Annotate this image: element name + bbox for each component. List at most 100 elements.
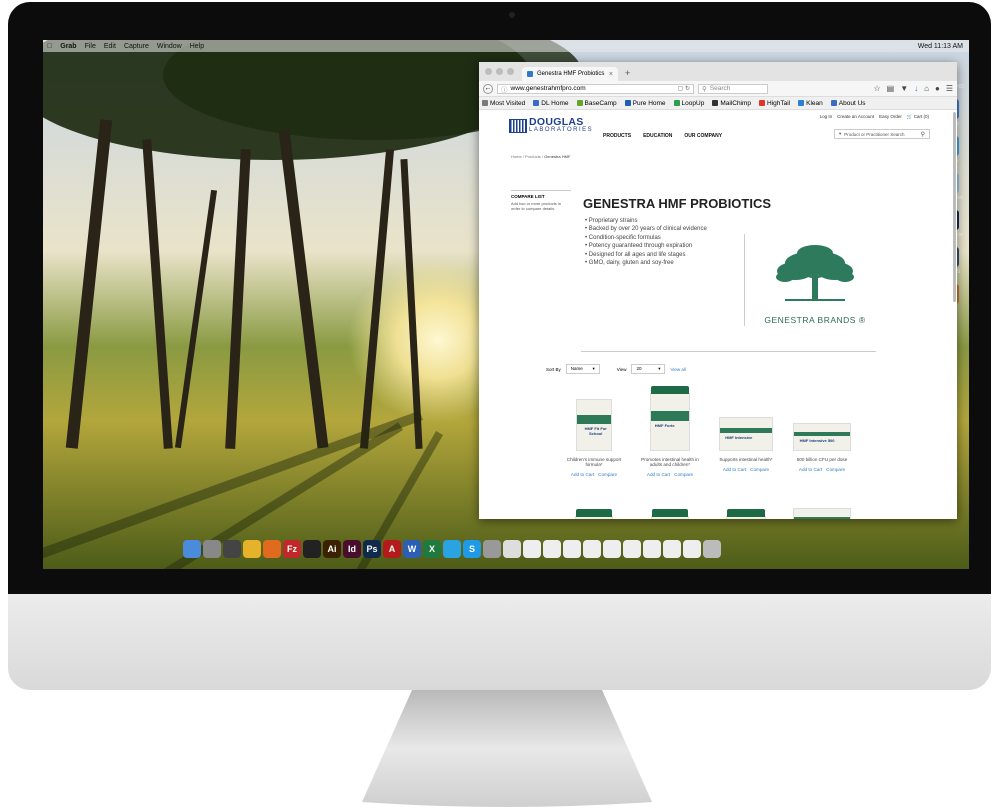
dock-clock-icon[interactable] xyxy=(223,540,241,558)
menu-item[interactable]: Capture xyxy=(124,43,149,50)
dock-textedit-icon[interactable] xyxy=(503,540,521,558)
dock-doc3-icon[interactable] xyxy=(563,540,581,558)
product-image[interactable]: HMF Fit For School xyxy=(576,399,612,451)
dock-doc7-icon[interactable] xyxy=(643,540,661,558)
dock-terminal-icon[interactable] xyxy=(303,540,321,558)
view-select[interactable]: 20 ▾ xyxy=(631,364,666,374)
home-icon[interactable]: ⌂ xyxy=(924,84,929,93)
menu-item[interactable]: Window xyxy=(157,43,182,50)
nav-our-company[interactable]: OUR COMPANY xyxy=(684,133,722,139)
zoom-window-button[interactable] xyxy=(507,68,514,75)
minimize-window-button[interactable] xyxy=(496,68,503,75)
dock-illustrator-icon[interactable]: Ai xyxy=(323,540,341,558)
bookmark-item[interactable]: Pure Home xyxy=(624,100,666,107)
close-window-button[interactable] xyxy=(485,68,492,75)
add-to-cart-link[interactable]: Add to Cart xyxy=(647,472,670,477)
tab-genestra[interactable]: Genestra HMF Probiotics × xyxy=(522,67,618,81)
compare-link[interactable]: Compare xyxy=(598,472,617,477)
easy-order-link[interactable]: Easy Order xyxy=(879,114,902,120)
product-search-input[interactable]: ▾ Product or Practitioner Search ⚲ xyxy=(834,129,930,139)
dock-skype-like-icon[interactable] xyxy=(443,540,461,558)
product-card[interactable]: HMF Multi Strain 100 xyxy=(635,509,705,519)
product-image[interactable]: HMF Intensive xyxy=(719,417,773,451)
compare-link[interactable]: Compare xyxy=(674,472,693,477)
dock-doc2-icon[interactable] xyxy=(543,540,561,558)
douglas-logo[interactable]: DOUGLAS LABORATORIES xyxy=(509,117,593,134)
product-image[interactable]: HMF Forte xyxy=(650,386,690,451)
menu-icon[interactable]: ☰ xyxy=(946,84,953,93)
dock-indesign-icon[interactable]: Id xyxy=(343,540,361,558)
product-card[interactable]: HMF Replenish xyxy=(787,508,857,519)
bookmark-item[interactable]: HighTail xyxy=(759,100,790,107)
dock-photoshop-icon[interactable]: Ps xyxy=(363,540,381,558)
dock-system-prefs-icon[interactable] xyxy=(203,540,221,558)
dropdown-icon[interactable]: ▾ xyxy=(839,131,841,137)
bookmark-star-icon[interactable]: ☆ xyxy=(873,84,880,93)
compare-link[interactable]: Compare xyxy=(750,467,769,472)
product-card[interactable]: HMF Intensive Supports intestinal health*… xyxy=(711,391,781,472)
menu-item[interactable]: Grab xyxy=(60,43,76,50)
dock-word-icon[interactable]: W xyxy=(403,540,421,558)
dock-doc9-icon[interactable] xyxy=(683,540,701,558)
dock-skype-icon[interactable]: S xyxy=(463,540,481,558)
cart-link[interactable]: 🛒 Cart (0) xyxy=(907,114,929,120)
clipboard-icon[interactable]: ▤ xyxy=(887,84,895,93)
menu-item[interactable]: Edit xyxy=(104,43,116,50)
bookmark-item[interactable]: MailChimp xyxy=(712,100,751,107)
nav-products[interactable]: PRODUCTS xyxy=(603,133,631,139)
dock-preview-icon[interactable] xyxy=(483,540,501,558)
search-icon[interactable]: ⚲ xyxy=(921,131,925,138)
dock-chrome-icon[interactable] xyxy=(243,540,261,558)
product-image[interactable]: HMF Replenish xyxy=(793,508,851,519)
bookmark-item[interactable]: DL Home xyxy=(533,100,569,107)
product-card[interactable]: HMF Intensive 500 500 billion CFU per dos… xyxy=(787,391,857,472)
breadcrumb-home[interactable]: Home xyxy=(511,154,522,159)
bookmark-item[interactable]: BaseCamp xyxy=(576,100,617,107)
dock-trash-icon[interactable] xyxy=(703,540,721,558)
dock-doc1-icon[interactable] xyxy=(523,540,541,558)
dock-excel-icon[interactable]: X xyxy=(423,540,441,558)
menubar-clock[interactable]: Wed 11:13 AM xyxy=(918,43,963,50)
view-all-link[interactable]: View all xyxy=(670,367,685,372)
compare-link[interactable]: Compare xyxy=(826,467,845,472)
dock-doc8-icon[interactable] xyxy=(663,540,681,558)
scrollbar[interactable] xyxy=(953,112,956,302)
product-card[interactable]: HMF Powder xyxy=(711,509,781,519)
product-card[interactable]: HMF Multi Strain xyxy=(559,509,629,519)
url-bar[interactable]: ⓘ www.genestrahmfpro.com ▢ ↻ xyxy=(497,83,694,94)
breadcrumb-products[interactable]: Products xyxy=(525,154,541,159)
product-image[interactable]: HMF Powder xyxy=(726,509,766,519)
product-image[interactable]: HMF Multi Strain xyxy=(575,509,613,519)
search-input[interactable]: ⚲ Search xyxy=(698,83,768,94)
nav-education[interactable]: EDUCATION xyxy=(643,133,672,139)
login-link[interactable]: Log In xyxy=(820,114,833,120)
dock-doc6-icon[interactable] xyxy=(623,540,641,558)
bookmark-item[interactable]: Klean xyxy=(798,100,823,107)
menu-item[interactable]: Help xyxy=(190,43,204,50)
sort-select[interactable]: Name ▾ xyxy=(565,364,600,374)
dock-doc4-icon[interactable] xyxy=(583,540,601,558)
add-to-cart-link[interactable]: Add to Cart xyxy=(799,467,822,472)
dock-doc5-icon[interactable] xyxy=(603,540,621,558)
bookmark-item[interactable]: Most Visited xyxy=(482,100,525,107)
info-icon[interactable]: ⓘ xyxy=(501,84,508,94)
create-account-link[interactable]: Create an Account xyxy=(837,114,874,120)
pocket-icon[interactable]: ▼ xyxy=(900,84,908,93)
reload-icon[interactable]: ▢ ↻ xyxy=(678,85,690,92)
back-button[interactable]: ← xyxy=(483,83,493,94)
product-card[interactable]: HMF Fit For School Children's immune supp… xyxy=(559,391,629,477)
dock-firefox-icon[interactable] xyxy=(263,540,281,558)
bookmark-item[interactable]: LoopUp xyxy=(673,100,704,107)
dock-acrobat-icon[interactable]: A xyxy=(383,540,401,558)
menu-item[interactable]: File xyxy=(85,43,96,50)
bookmark-item[interactable]: About Us xyxy=(830,100,866,107)
close-tab-icon[interactable]: × xyxy=(609,71,613,78)
product-card[interactable]: HMF Forte Promotes intestinal health in a… xyxy=(635,386,705,477)
add-to-cart-link[interactable]: Add to Cart xyxy=(723,467,746,472)
new-tab-button[interactable]: + xyxy=(625,68,630,78)
apple-icon[interactable]:  xyxy=(47,43,52,50)
product-image[interactable]: HMF Multi Strain 100 xyxy=(651,509,689,519)
chat-icon[interactable]: ● xyxy=(935,84,940,93)
add-to-cart-link[interactable]: Add to Cart xyxy=(571,472,594,477)
dock-finder-icon[interactable] xyxy=(183,540,201,558)
